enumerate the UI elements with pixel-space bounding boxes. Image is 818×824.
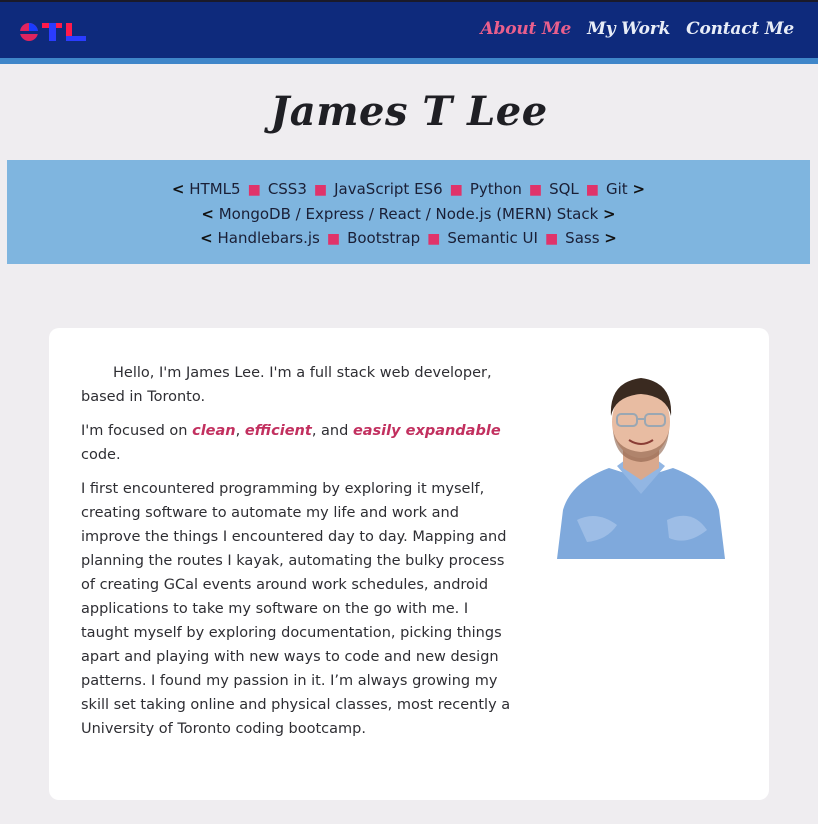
navbar-accent-stripe [0, 58, 818, 64]
open-bracket: < [201, 205, 214, 223]
nav-links: About Me My Work Contact Me [481, 19, 795, 39]
about-text: Hello, I'm James Lee. I'm a full stack w… [81, 361, 511, 751]
nav-about-me[interactable]: About Me [481, 19, 572, 39]
separator-dot: ■ [247, 182, 261, 198]
jtl-logo[interactable] [18, 18, 90, 46]
skills-row-3: < Handlebars.js ■ Bootstrap ■ Semantic UI ■ Sa… [7, 226, 810, 251]
close-bracket: > [632, 180, 646, 198]
skills-band: < HTML5 ■ CSS3 ■ JavaScript ES6 ■ Python ■ SQL ■ G… [7, 160, 810, 264]
open-bracket: < [200, 229, 213, 247]
focus-suffix: code. [81, 447, 121, 463]
profile-photo [557, 370, 725, 559]
skill-item: JavaScript ES6 [334, 180, 443, 198]
skill-item: SQL [549, 180, 579, 198]
navbar: About Me My Work Contact Me [0, 0, 818, 58]
separator-dot: ■ [449, 182, 463, 198]
skill-item: Semantic UI [447, 229, 538, 247]
focus-separator: , and [311, 423, 353, 439]
separator-dot: ■ [313, 182, 328, 198]
about-card: Hello, I'm James Lee. I'm a full stack w… [49, 328, 769, 800]
skill-item: Sass [565, 229, 600, 247]
separator-dot: ■ [585, 182, 600, 198]
close-bracket: > [604, 229, 617, 247]
highlight-clean: clean [192, 423, 236, 439]
skill-item: Handlebars.js [217, 229, 320, 247]
open-bracket: < [171, 180, 185, 198]
separator-dot: ■ [427, 231, 441, 247]
focus-separator: , [235, 423, 245, 439]
about-story-paragraph: I first encountered programming by explo… [81, 481, 511, 737]
skills-row-2: < MongoDB / Express / React / Node.js (M… [7, 202, 810, 226]
about-intro-paragraph: Hello, I'm James Lee. I'm a full stack w… [81, 365, 492, 405]
nav-my-work[interactable]: My Work [587, 19, 670, 39]
skill-item: CSS3 [267, 180, 307, 198]
separator-dot: ■ [528, 182, 543, 198]
skill-item: Python [469, 180, 522, 198]
page-title: James T Lee [270, 88, 548, 135]
highlight-expandable: easily expandable [352, 423, 501, 439]
highlight-efficient: efficient [244, 423, 312, 439]
close-bracket: > [603, 205, 616, 223]
nav-contact-me[interactable]: Contact Me [686, 19, 794, 39]
skill-item: MongoDB / Express / React / Node.js (MER… [218, 205, 599, 223]
separator-dot: ■ [326, 231, 341, 247]
separator-dot: ■ [544, 231, 559, 247]
skill-item: Bootstrap [347, 229, 421, 247]
skill-item: HTML5 [189, 180, 241, 198]
focus-prefix: I'm focused on [81, 423, 193, 439]
about-focus-paragraph: I'm focused on clean, efficient, and eas… [81, 419, 511, 467]
skill-item: Git [606, 180, 628, 198]
skills-row-1: < HTML5 ■ CSS3 ■ JavaScript ES6 ■ Python ■ SQL ■ G… [7, 177, 810, 202]
